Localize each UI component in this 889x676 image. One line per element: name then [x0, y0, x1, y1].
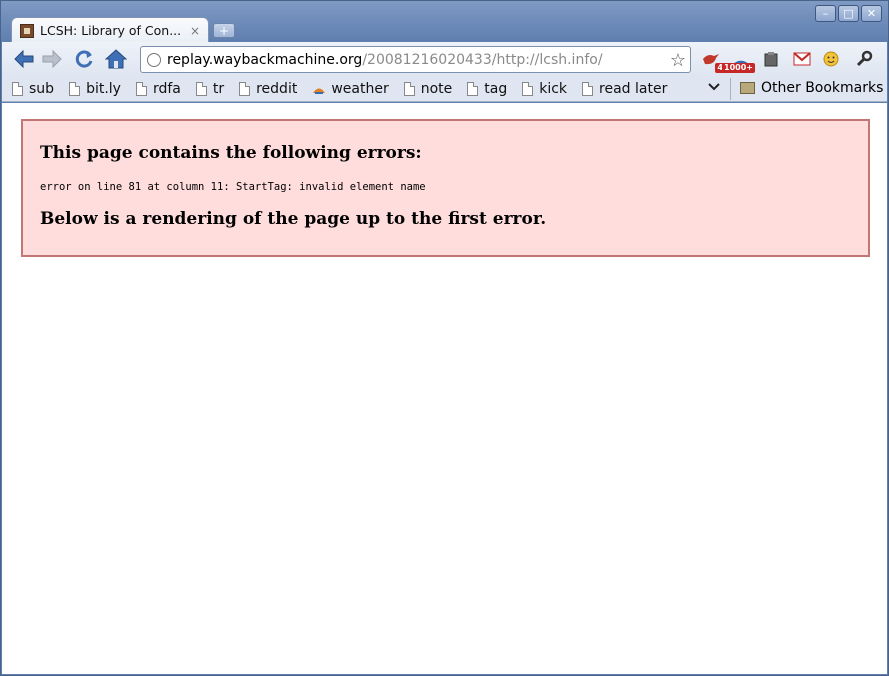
- bookmark-tag[interactable]: tag: [467, 81, 507, 97]
- gmail-icon[interactable]: [791, 49, 813, 69]
- rss-feed-icon[interactable]: 1000+: [722, 49, 755, 73]
- new-tab-button[interactable]: +: [213, 23, 235, 38]
- tab-title: LCSH: Library of Con...: [40, 23, 182, 38]
- error-heading: This page contains the following errors:: [40, 143, 422, 163]
- bookmark-bitly[interactable]: bit.ly: [69, 81, 121, 97]
- favicon-icon: [20, 23, 34, 38]
- page-icon: [69, 81, 81, 96]
- url-path: /20081216020433/http://lcsh.info/: [362, 51, 603, 68]
- page-icon: [135, 81, 147, 96]
- bookmark-rdfa[interactable]: rdfa: [135, 81, 181, 97]
- toolbar: replay.waybackmachine.org/20081216020433…: [2, 42, 887, 76]
- tab-close-icon[interactable]: ×: [190, 24, 200, 38]
- bookmark-weather[interactable]: weather: [312, 81, 389, 97]
- page-icon: [12, 81, 23, 96]
- smiley-icon[interactable]: [820, 49, 842, 69]
- bookmark-read-later[interactable]: read later: [582, 81, 667, 97]
- url-host: replay.waybackmachine.org: [167, 51, 363, 68]
- page-icon: [195, 81, 207, 96]
- minimize-button[interactable]: –: [815, 5, 836, 22]
- tab-active[interactable]: LCSH: Library of Con... ×: [11, 17, 209, 43]
- twitter-bird-icon[interactable]: 4: [700, 49, 725, 73]
- home-icon[interactable]: [102, 45, 130, 73]
- error-detail: error on line 81 at column 11: StartTag:…: [40, 181, 426, 193]
- address-bar[interactable]: replay.waybackmachine.org/20081216020433…: [140, 46, 691, 73]
- rss-badge: 1000+: [722, 63, 755, 73]
- page-icon: [467, 81, 479, 96]
- bookmark-note[interactable]: note: [403, 81, 452, 97]
- bookmark-kick[interactable]: kick: [522, 81, 567, 97]
- tag-icon[interactable]: [760, 49, 782, 69]
- page-icon: [582, 81, 594, 96]
- page-icon: [403, 81, 415, 96]
- chevron-down-icon[interactable]: [708, 79, 720, 95]
- close-window-button[interactable]: ✕: [861, 5, 882, 22]
- bookmark-reddit[interactable]: reddit: [239, 81, 297, 97]
- bookmark-tr[interactable]: tr: [195, 81, 224, 97]
- other-bookmarks[interactable]: Other Bookmarks: [740, 80, 883, 96]
- page-content: This page contains the following errors:…: [2, 103, 887, 674]
- reload-icon[interactable]: [70, 45, 98, 73]
- wrench-icon[interactable]: [853, 49, 875, 69]
- globe-icon: [147, 52, 161, 67]
- bookmarks-bar: sub bit.ly rdfa tr reddit weather note t…: [2, 76, 887, 102]
- window-controls: – □ ✕: [815, 5, 882, 22]
- weather-icon: [313, 88, 326, 94]
- browser-window: – □ ✕ LCSH: Library of Con... × + replay…: [0, 0, 889, 676]
- forward-arrow-icon[interactable]: [38, 45, 66, 73]
- xml-error-box: This page contains the following errors:…: [21, 119, 870, 257]
- back-arrow-icon[interactable]: [10, 45, 38, 73]
- page-icon: [522, 81, 534, 96]
- page-icon: [239, 81, 251, 96]
- star-icon[interactable]: ☆: [670, 50, 686, 71]
- bookmarks-divider: [730, 78, 731, 100]
- error-footer: Below is a rendering of the page up to t…: [40, 209, 547, 229]
- folder-icon: [740, 82, 755, 94]
- bookmark-sub[interactable]: sub: [12, 81, 54, 97]
- maximize-button[interactable]: □: [838, 5, 859, 22]
